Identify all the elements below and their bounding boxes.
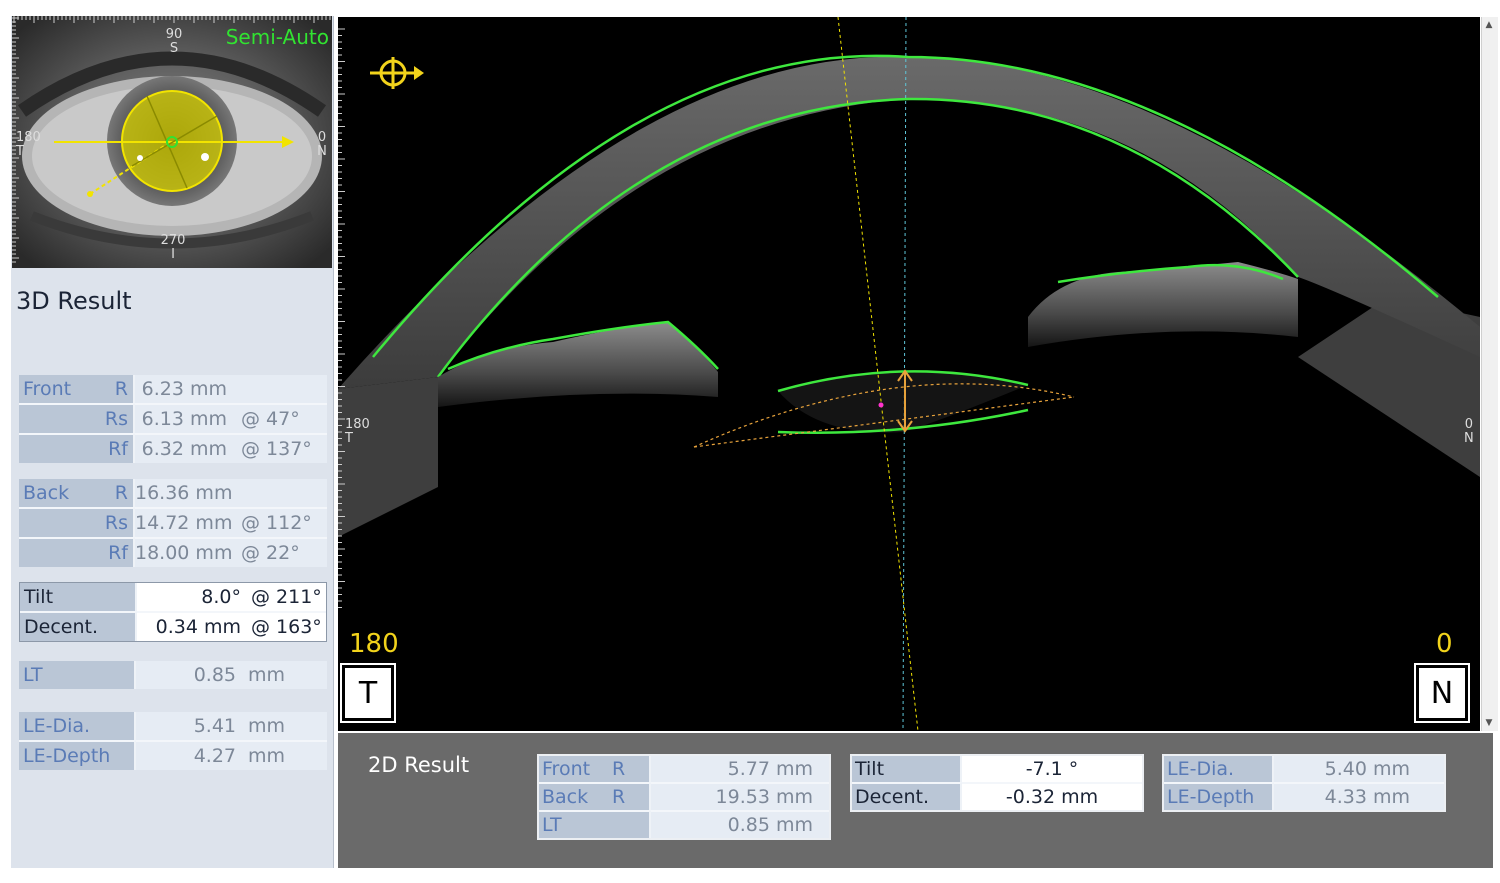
tilt-angle: @ 211° [251, 586, 322, 608]
row-angle: @ 112° [241, 512, 312, 534]
table-row: LE-Dia. 5.41 mm [19, 712, 327, 740]
le-dia-unit: mm [248, 715, 286, 737]
eye-thumbnail[interactable]: Semi-Auto 90 S 270 I 180 T 0 N [12, 16, 332, 268]
temporal-side-label: T [340, 663, 396, 723]
row-key: R [114, 378, 128, 400]
row-value: 5.77 mm [727, 758, 813, 780]
scan-right-degree: 0 [1436, 629, 1453, 659]
nasal-side-label: N [1414, 663, 1470, 723]
row-value: 6.23 mm [141, 378, 227, 400]
decent-label: Decent. [24, 616, 98, 638]
row-key: R [114, 482, 128, 504]
le-depth-unit: mm [248, 745, 286, 767]
table-row: Tilt -7.1 ° [852, 756, 1142, 782]
table-row: LT 0.85 mm [19, 661, 327, 689]
scroll-up-icon[interactable]: ▲ [1483, 19, 1495, 31]
table-row: LE-Depth 4.27 mm [19, 740, 327, 770]
lt-table: LT 0.85 mm [19, 661, 327, 689]
row-angle: @ 22° [241, 542, 300, 564]
table-row: Back R 19.53 mm [539, 782, 829, 810]
decent-value: 0.34 mm [155, 616, 241, 638]
result-3d-title: 3D Result [16, 287, 132, 315]
scroll-down-icon[interactable]: ▼ [1483, 717, 1495, 729]
row-value: 19.53 mm [715, 786, 813, 808]
row-value: 6.32 mm [141, 438, 227, 460]
result-2d-tilt-table: Tilt -7.1 ° Decent. -0.32 mm [850, 754, 1144, 812]
table-row: Back R 16.36 mm [19, 479, 327, 507]
back-radius-table: Back R 16.36 mm Rs 14.72 mm @ 112° Rf 18.0… [19, 479, 327, 567]
result-2d-radius-table: Front R 5.77 mm Back R 19.53 mm LT 0.85 mm [537, 754, 831, 840]
row-label: LE-Depth [1167, 786, 1255, 808]
row-key: Rs [104, 408, 128, 430]
row-angle: @ 47° [241, 408, 300, 430]
le-depth-value: 4.27 [193, 745, 236, 767]
row-key: R [612, 758, 626, 780]
tilt-label: Tilt [24, 586, 54, 608]
row-value: 4.33 mm [1324, 786, 1410, 808]
row-label: Tilt [855, 758, 885, 780]
lt-label: LT [23, 664, 43, 686]
table-row: LE-Dia. 5.40 mm [1164, 756, 1444, 782]
row-key: Rf [108, 542, 128, 564]
row-value: 0.85 mm [727, 814, 813, 836]
row-value: 16.36 mm [135, 482, 233, 504]
tilt-decent-table: Tilt 8.0° @ 211° Decent. 0.34 mm @ 163° [19, 582, 327, 642]
result-2d-le-table: LE-Dia. 5.40 mm LE-Depth 4.33 mm [1162, 754, 1446, 812]
result-2d-title: 2D Result [368, 753, 470, 777]
scan-right-tick-label: 0 N [1464, 417, 1474, 446]
row-label: Front [542, 758, 591, 780]
lt-unit: mm [248, 664, 286, 686]
le-table: LE-Dia. 5.41 mm LE-Depth 4.27 mm [19, 712, 327, 770]
table-row: LE-Depth 4.33 mm [1164, 782, 1444, 810]
back-label: Back [23, 482, 70, 504]
row-value: -7.1 ° [1025, 758, 1079, 780]
table-row: Decent. 0.34 mm @ 163° [20, 611, 326, 641]
table-row: Front R 5.77 mm [539, 756, 829, 782]
table-row: Rs 14.72 mm @ 112° [19, 507, 327, 537]
table-row: LT 0.85 mm [539, 810, 829, 838]
row-label: Back [542, 786, 589, 808]
lt-value: 0.85 [193, 664, 236, 686]
row-value: -0.32 mm [1005, 786, 1099, 808]
table-row: Front R 6.23 mm [19, 375, 327, 403]
row-value: 18.00 mm [135, 542, 233, 564]
front-radius-table: Front R 6.23 mm Rs 6.13 mm @ 47° Rf 6.32 m… [19, 375, 327, 463]
row-label: LT [542, 814, 562, 836]
le-dia-value: 5.41 [193, 715, 236, 737]
decent-angle: @ 163° [251, 616, 322, 638]
vertical-scrollbar[interactable] [1481, 17, 1498, 731]
table-row: Rf 6.32 mm @ 137° [19, 433, 327, 463]
scan-left-tick-label: 180 T [345, 417, 370, 446]
le-depth-label: LE-Depth [23, 745, 111, 767]
thumb-ruler [12, 16, 331, 263]
oct-scan-view[interactable]: 180 T 0 N 180 0 T N [338, 17, 1480, 731]
oct-scan-image [338, 17, 1480, 731]
scan-left-degree: 180 [349, 629, 399, 659]
row-key: Rs [104, 512, 128, 534]
row-value: 5.40 mm [1324, 758, 1410, 780]
row-value: 6.13 mm [141, 408, 227, 430]
row-key: R [612, 786, 626, 808]
row-key: Rf [108, 438, 128, 460]
row-label: LE-Dia. [1167, 758, 1235, 780]
row-angle: @ 137° [241, 438, 312, 460]
table-row: Rs 6.13 mm @ 47° [19, 403, 327, 433]
row-label: Decent. [855, 786, 929, 808]
table-row: Decent. -0.32 mm [852, 782, 1142, 810]
tilt-value: 8.0° [201, 586, 241, 608]
front-label: Front [23, 378, 72, 400]
le-dia-label: LE-Dia. [23, 715, 91, 737]
table-row: Rf 18.00 mm @ 22° [19, 537, 327, 567]
row-value: 14.72 mm [135, 512, 233, 534]
table-row: Tilt 8.0° @ 211° [20, 583, 326, 611]
